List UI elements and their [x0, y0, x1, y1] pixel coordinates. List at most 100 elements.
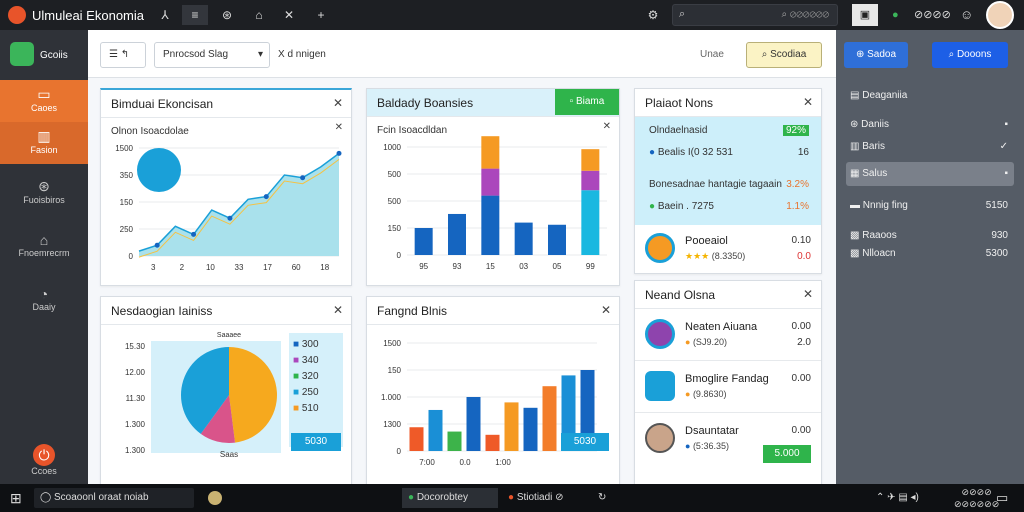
close-icon[interactable]: ✕ — [276, 5, 302, 25]
pie-label-top: Saaaee — [217, 332, 241, 339]
folder-icon: ▭ — [37, 86, 51, 102]
menu-button[interactable]: ☰ ↰ — [100, 42, 146, 68]
taskbar-app-1[interactable]: ● Docorobtey — [402, 488, 498, 508]
refresh-icon[interactable]: ↻ — [598, 488, 606, 508]
tray-icons[interactable]: ⌃ ✈ ▤ ◂) — [876, 488, 919, 508]
chart-button[interactable]: 5030 — [561, 433, 609, 451]
right-panel: ⊕ Sadoa ⌕ Dooons ▤ Deaganiia ⊛ Daniis ▪ ▥… — [836, 30, 1024, 484]
left-sidebar: Gcoiis ▭ Caoes ▥ Fasion ⊛ Fuoisbiros ⌂ Fnoem… — [0, 30, 88, 484]
item-title: Pooeaiol — [685, 235, 728, 247]
app-icon[interactable] — [208, 491, 222, 505]
taskbar-search[interactable]: ◯ Scoaoonl oraat noiab — [34, 488, 194, 508]
row-sub: ● Bealis I(0 32 531 — [649, 147, 733, 158]
action-button[interactable]: ⌕ Scodiaa — [746, 42, 822, 68]
sidebar-item-fuoisbiros[interactable]: ⊛ Fuoisbiros — [0, 172, 88, 214]
close-icon[interactable]: ✕ — [601, 303, 611, 317]
menu-icon[interactable]: ≡ — [182, 5, 208, 25]
sidebar-item-fnoemrecrm[interactable]: ⌂ Fnoemrecrm — [0, 226, 88, 268]
list-item[interactable]: Dsauntatar ● (5:36.35) 0.00 5.000 — [635, 413, 821, 465]
clock[interactable]: ⊘⊘⊘⊘ ⊘⊘⊘⊘⊘⊘ — [954, 486, 999, 509]
sidebar-item-label: Daaiy — [32, 302, 56, 312]
item-button[interactable]: 5.000 — [763, 445, 811, 463]
row-sub-text: Baein . 7275 — [657, 201, 714, 212]
bar — [581, 170, 600, 191]
chart-card-2: Baldady Boansies ▫ Biama Fcin Isoacdldan… — [366, 88, 620, 286]
window-icon[interactable]: ▣ — [852, 4, 878, 26]
search-input[interactable]: ⌕ ⌕ ⊘⊘⊘⊘⊘⊘ — [672, 4, 838, 26]
sidebar-item-label: Fasion — [30, 145, 58, 155]
start-icon[interactable]: ⊞ — [10, 488, 22, 508]
dropdown-select[interactable]: Pnrocsod Slag ▾ — [154, 42, 270, 68]
primary-button[interactable]: ⊕ Sadoa — [844, 42, 908, 68]
close-icon[interactable]: ✕ — [333, 303, 343, 317]
bar — [481, 136, 500, 169]
close-icon[interactable]: ✕ — [333, 96, 343, 110]
panel-item-selected[interactable]: ▦ Salus ▪ — [846, 162, 1014, 186]
list-card-1: Plaiaot Nons ✕ Olndaelnasid 92% ● Bealis… — [634, 88, 822, 274]
x-tick-label: 99 — [586, 262, 595, 271]
sidebar-item-fasion[interactable]: ▥ Fasion — [0, 122, 88, 164]
list-item[interactable]: Neaten Aiuana ● (SJ9.20) 0.00 2.0 — [635, 309, 821, 361]
item-icon — [645, 371, 675, 401]
bar — [523, 407, 538, 451]
bar — [548, 224, 566, 255]
legend-item: ■ 320 — [293, 371, 319, 382]
taskbar-app-2[interactable]: ● Stiotiadi ⊘ — [504, 488, 590, 508]
bar — [542, 386, 557, 451]
data-point — [263, 194, 269, 200]
bar — [504, 402, 519, 451]
x-tick-label: 05 — [553, 262, 562, 271]
search-icon: ⊕ — [855, 49, 868, 60]
taskbar: ⊞ ◯ Scoaoonl oraat noiab ● Docorobtey ● … — [0, 484, 1024, 512]
tool-icon[interactable]: ⅄ — [152, 5, 178, 25]
x-tick-label: 95 — [419, 262, 428, 271]
close-icon[interactable]: ✕ — [335, 122, 343, 133]
item-value: 0.10 — [791, 235, 811, 246]
panel-item[interactable]: ▤ Deaganiia — [846, 84, 1014, 108]
panel-item[interactable]: ⊛ Daniis ▪ — [846, 113, 1014, 137]
globe-icon: ⊛ — [38, 178, 50, 194]
sidebar-item-caoes[interactable]: ▭ Caoes — [0, 80, 88, 122]
pie-button[interactable]: 5030 — [291, 433, 341, 451]
smiley-icon[interactable]: ☺ — [960, 4, 973, 26]
close-icon[interactable]: ✕ — [803, 95, 813, 109]
globe-icon[interactable]: ⊛ — [214, 5, 240, 25]
sidebar-item-daaiy[interactable]: ◔ Daaiy — [0, 280, 88, 322]
badge-button[interactable]: ▫ Biama — [555, 89, 619, 115]
close-icon[interactable]: ✕ — [803, 287, 813, 301]
panel-item[interactable]: ▬ Nnnig fing 5150 — [846, 194, 1014, 218]
bar — [581, 149, 600, 171]
panel-item[interactable]: ▩ Nlloacn 5300 — [846, 242, 1014, 266]
x-tick-label: 93 — [453, 262, 462, 271]
legend-item: ■ 340 — [293, 355, 319, 366]
home-icon[interactable]: ⌂ — [246, 5, 272, 25]
app-title: Ulmuleai Ekonomia — [32, 8, 144, 23]
gear-icon[interactable]: ⚙ — [640, 5, 666, 25]
notification-icon[interactable]: ● — [892, 4, 908, 26]
power-icon: ⏻ — [33, 444, 55, 466]
list-card-2: Neand Olsna ✕ Neaten Aiuana ● (SJ9.20) 0… — [634, 280, 822, 492]
card-title: Bimduai Ekoncisan — [101, 90, 351, 118]
card-title: Plaiaot Nons — [635, 89, 821, 117]
bar — [409, 427, 424, 451]
brand-icon — [10, 42, 34, 66]
search-icon: ⌕ — [679, 8, 686, 20]
item-title: Neaten Aiuana — [685, 321, 758, 333]
new-tab-icon[interactable]: + — [308, 5, 334, 25]
avatar[interactable] — [986, 1, 1014, 29]
user-label: ⊘⊘⊘⊘ — [914, 9, 951, 21]
row-sub-text: Bealis I(0 32 531 — [657, 147, 733, 158]
chat-icon[interactable]: ▭ — [996, 488, 1008, 508]
secondary-button[interactable]: ⌕ Dooons — [932, 42, 1008, 68]
list-item[interactable]: Bmoglire Fandag ● (9.8630) 0.00 — [635, 361, 821, 413]
y-tick-label: 250 — [120, 225, 134, 234]
item-sub: ● (5:36.35) — [685, 441, 729, 451]
panel-item[interactable]: ▥ Baris ✓ — [846, 135, 1014, 159]
close-icon[interactable]: ✕ — [603, 121, 611, 132]
chart-icon: ▥ — [37, 128, 51, 144]
y-tick-label: 0 — [397, 251, 402, 260]
item-value: 0.00 — [791, 373, 811, 384]
status-badge: 3.2% — [786, 179, 809, 190]
row-value: 1.1% — [786, 201, 809, 212]
sidebar-item-ccoes[interactable]: ⏻ Ccoes — [0, 442, 88, 484]
